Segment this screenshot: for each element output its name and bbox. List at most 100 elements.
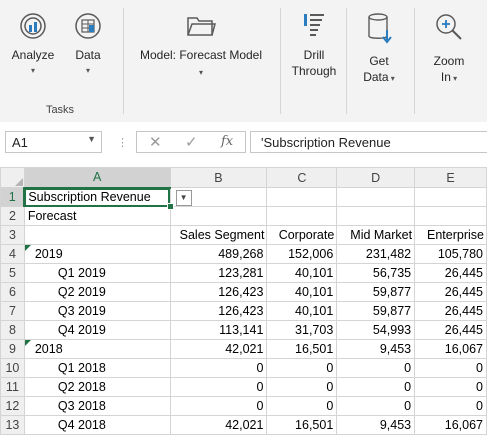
cell-b13[interactable]: 42,021 bbox=[169, 415, 268, 435]
row-header[interactable]: 12 bbox=[0, 396, 25, 416]
cell-b10[interactable]: 0 bbox=[169, 358, 268, 378]
cell-e12[interactable]: 0 bbox=[414, 396, 487, 416]
cell-e4[interactable]: 105,780 bbox=[414, 244, 487, 264]
analyze-button[interactable]: Analyze ▾ bbox=[8, 8, 58, 88]
cell-d2[interactable] bbox=[336, 206, 416, 226]
cell-e10[interactable]: 0 bbox=[414, 358, 487, 378]
insert-function-icon[interactable]: fx bbox=[221, 134, 233, 149]
row-header[interactable]: 10 bbox=[0, 358, 25, 378]
cell-a11[interactable]: Q2 2018 bbox=[23, 377, 171, 397]
filter-dropdown-icon[interactable]: ▼ bbox=[175, 189, 192, 206]
cell-c2[interactable] bbox=[266, 206, 338, 226]
formula-input[interactable]: 'Subscription Revenue bbox=[250, 131, 487, 153]
cell-d12[interactable]: 0 bbox=[336, 396, 416, 416]
cell-d13[interactable]: 9,453 bbox=[336, 415, 416, 435]
cell-d5[interactable]: 56,735 bbox=[336, 263, 416, 283]
cell-a7[interactable]: Q3 2019 bbox=[23, 301, 171, 321]
cell-e5[interactable]: 26,445 bbox=[414, 263, 487, 283]
cell-a13[interactable]: Q4 2018 bbox=[23, 415, 171, 435]
cell-d3[interactable]: Mid Market bbox=[336, 225, 416, 245]
cell-d8[interactable]: 54,993 bbox=[336, 320, 416, 340]
cell-c7[interactable]: 40,101 bbox=[266, 301, 338, 321]
row-header[interactable]: 7 bbox=[0, 301, 25, 321]
cell-e3[interactable]: Enterprise bbox=[414, 225, 487, 245]
cell-b3[interactable]: Sales Segment bbox=[169, 225, 268, 245]
cell-c5[interactable]: 40,101 bbox=[266, 263, 338, 283]
cell-b8[interactable]: 113,141 bbox=[169, 320, 268, 340]
row-header[interactable]: 9 bbox=[0, 339, 25, 359]
cell-e11[interactable]: 0 bbox=[414, 377, 487, 397]
model-view-button[interactable]: Model: Forecast Model ▾ bbox=[130, 8, 272, 88]
name-box[interactable]: A1 ▼ bbox=[5, 131, 102, 153]
fill-handle[interactable] bbox=[166, 203, 174, 210]
cell-a12[interactable]: Q3 2018 bbox=[23, 396, 171, 416]
cell-d7[interactable]: 59,877 bbox=[336, 301, 416, 321]
row-header[interactable]: 13 bbox=[0, 415, 25, 435]
cell-d9[interactable]: 9,453 bbox=[336, 339, 416, 359]
cell-c13[interactable]: 16,501 bbox=[266, 415, 338, 435]
cell-c3[interactable]: Corporate bbox=[266, 225, 338, 245]
select-all-corner[interactable] bbox=[0, 167, 25, 188]
cell-d11[interactable]: 0 bbox=[336, 377, 416, 397]
column-header-d[interactable]: D bbox=[336, 167, 416, 188]
column-header-a[interactable]: A bbox=[23, 167, 171, 189]
column-header-e[interactable]: E bbox=[414, 167, 487, 188]
cell-b2[interactable] bbox=[169, 206, 268, 226]
cell-d1[interactable] bbox=[336, 187, 416, 207]
row-header[interactable]: 4 bbox=[0, 244, 25, 264]
cell-a5[interactable]: Q1 2019 bbox=[23, 263, 171, 283]
splitter-handle[interactable]: ⋮ bbox=[117, 136, 128, 149]
cell-c10[interactable]: 0 bbox=[266, 358, 338, 378]
column-header-c[interactable]: C bbox=[266, 167, 338, 188]
row-header[interactable]: 3 bbox=[0, 225, 25, 245]
data-label: Data bbox=[75, 48, 101, 62]
cell-e1[interactable] bbox=[414, 187, 487, 207]
cell-c12[interactable]: 0 bbox=[266, 396, 338, 416]
zoom-in-button[interactable]: Zoom In ▾ bbox=[420, 8, 478, 88]
row-header[interactable]: 1 bbox=[0, 187, 26, 207]
chevron-down-icon: ▾ bbox=[450, 74, 458, 83]
cell-b11[interactable]: 0 bbox=[169, 377, 268, 397]
row-header[interactable]: 8 bbox=[0, 320, 25, 340]
chevron-down-icon[interactable]: ▼ bbox=[87, 134, 96, 144]
cell-b5[interactable]: 123,281 bbox=[169, 263, 268, 283]
cell-d6[interactable]: 59,877 bbox=[336, 282, 416, 302]
enter-icon[interactable]: ✓ bbox=[185, 133, 198, 151]
cell-c9[interactable]: 16,501 bbox=[266, 339, 338, 359]
cell-b12[interactable]: 0 bbox=[169, 396, 268, 416]
cell-c11[interactable]: 0 bbox=[266, 377, 338, 397]
cell-b6[interactable]: 126,423 bbox=[169, 282, 268, 302]
cell-e2[interactable] bbox=[414, 206, 487, 226]
cell-b7[interactable]: 126,423 bbox=[169, 301, 268, 321]
cell-c4[interactable]: 152,006 bbox=[266, 244, 338, 264]
cell-d10[interactable]: 0 bbox=[336, 358, 416, 378]
row-header[interactable]: 2 bbox=[0, 206, 25, 226]
cell-b4[interactable]: 489,268 bbox=[169, 244, 268, 264]
cell-d4[interactable]: 231,482 bbox=[336, 244, 416, 264]
data-button[interactable]: Data ▾ bbox=[66, 8, 110, 88]
column-header-b[interactable]: B bbox=[169, 167, 268, 188]
cancel-icon[interactable]: ✕ bbox=[149, 133, 162, 151]
cell-e7[interactable]: 26,445 bbox=[414, 301, 487, 321]
cell-e9[interactable]: 16,067 bbox=[414, 339, 487, 359]
row-header[interactable]: 11 bbox=[0, 377, 25, 397]
cell-a3[interactable] bbox=[23, 225, 171, 245]
cell-a2[interactable]: Forecast bbox=[23, 206, 171, 226]
cell-e13[interactable]: 16,067 bbox=[414, 415, 487, 435]
cell-c1[interactable] bbox=[266, 187, 338, 207]
cell-a6[interactable]: Q2 2019 bbox=[23, 282, 171, 302]
cell-a9[interactable]: 2018 bbox=[23, 339, 171, 359]
cell-a4[interactable]: 2019 bbox=[23, 244, 171, 264]
drill-through-button[interactable]: Drill Through bbox=[288, 8, 340, 88]
cell-b9[interactable]: 42,021 bbox=[169, 339, 268, 359]
cell-a8[interactable]: Q4 2019 bbox=[23, 320, 171, 340]
cell-e8[interactable]: 26,445 bbox=[414, 320, 487, 340]
row-header[interactable]: 5 bbox=[0, 263, 25, 283]
cell-a10[interactable]: Q1 2018 bbox=[23, 358, 171, 378]
cell-a1[interactable]: Subscription Revenue ▼ bbox=[23, 187, 192, 210]
cell-c8[interactable]: 31,703 bbox=[266, 320, 338, 340]
cell-c6[interactable]: 40,101 bbox=[266, 282, 338, 302]
row-header[interactable]: 6 bbox=[0, 282, 25, 302]
cell-e6[interactable]: 26,445 bbox=[414, 282, 487, 302]
get-data-button[interactable]: Get Data ▾ bbox=[352, 8, 406, 88]
